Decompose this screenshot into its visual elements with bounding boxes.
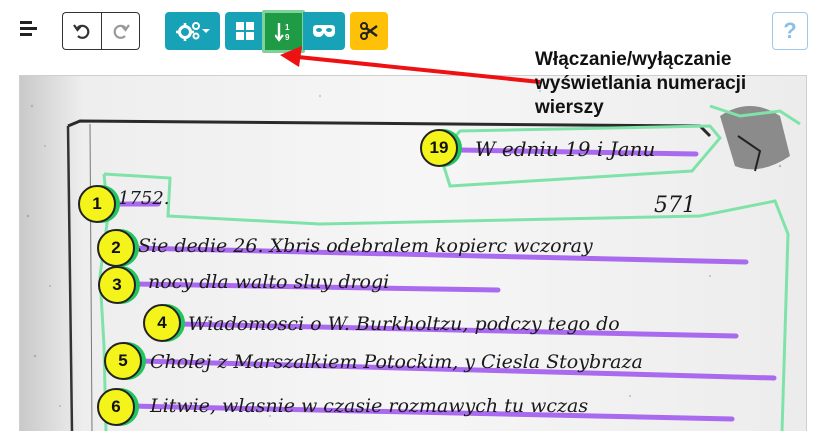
mask-button[interactable] bbox=[303, 12, 345, 50]
line-numbering-toggle-button[interactable]: 1 9 bbox=[262, 10, 305, 53]
svg-text:9: 9 bbox=[285, 33, 290, 42]
line-number-marker[interactable]: 2 bbox=[97, 229, 135, 267]
undo-button[interactable] bbox=[62, 12, 101, 50]
line-number-marker[interactable]: 6 bbox=[97, 388, 135, 426]
redo-button[interactable] bbox=[101, 12, 140, 50]
handwritten-line-4: Wiadomosci o W. Burkholtzu, podczy tego … bbox=[188, 313, 620, 335]
svg-text:1: 1 bbox=[285, 23, 290, 32]
help-label: ? bbox=[783, 18, 797, 43]
handwritten-line-2: Sie dedie 26. Xbris odebralem kopierc wc… bbox=[138, 235, 593, 257]
line-number-marker[interactable]: 1 bbox=[78, 185, 116, 223]
help-button[interactable]: ? bbox=[772, 12, 808, 50]
handwritten-line-6: Litwie, wlasnie w czasie rozmawych tu wc… bbox=[149, 395, 588, 417]
manuscript-image: W edniu 19 i Janu 1752. Sie dedie 26. Xb… bbox=[20, 76, 806, 431]
document-canvas[interactable]: W edniu 19 i Janu 1752. Sie dedie 26. Xb… bbox=[19, 75, 807, 431]
page-number: 571 bbox=[654, 193, 696, 218]
sort-numeric-icon: 1 9 bbox=[274, 22, 290, 42]
tooltip-annotation: Włączanie/wyłączanie wyświetlania numera… bbox=[535, 49, 747, 118]
menu-button[interactable] bbox=[14, 14, 44, 44]
handwritten-line-19: W edniu 19 i Janu bbox=[475, 137, 655, 161]
gears-dropdown-icon bbox=[175, 22, 210, 41]
handwritten-line-1: 1752. bbox=[118, 188, 170, 209]
redo-icon bbox=[113, 24, 130, 39]
settings-dropdown-button[interactable] bbox=[165, 12, 220, 50]
line-number-marker[interactable]: 5 bbox=[104, 342, 142, 380]
line-number-marker[interactable]: 19 bbox=[420, 129, 458, 167]
handwritten-line-3: nocy dla walto sluy drogi bbox=[148, 271, 389, 293]
grid-icon bbox=[235, 22, 254, 40]
mask-icon bbox=[313, 25, 335, 37]
line-number-marker[interactable]: 4 bbox=[143, 304, 181, 342]
layout-button[interactable] bbox=[225, 12, 264, 50]
menu-lines-icon bbox=[20, 21, 37, 36]
undo-icon bbox=[73, 24, 90, 39]
scissors-icon bbox=[360, 22, 378, 40]
handwritten-line-5: Cholej z Marszalkiem Potockim, y Ciesla … bbox=[150, 351, 643, 373]
line-number-marker[interactable]: 3 bbox=[98, 266, 136, 304]
cut-button[interactable] bbox=[350, 12, 388, 50]
